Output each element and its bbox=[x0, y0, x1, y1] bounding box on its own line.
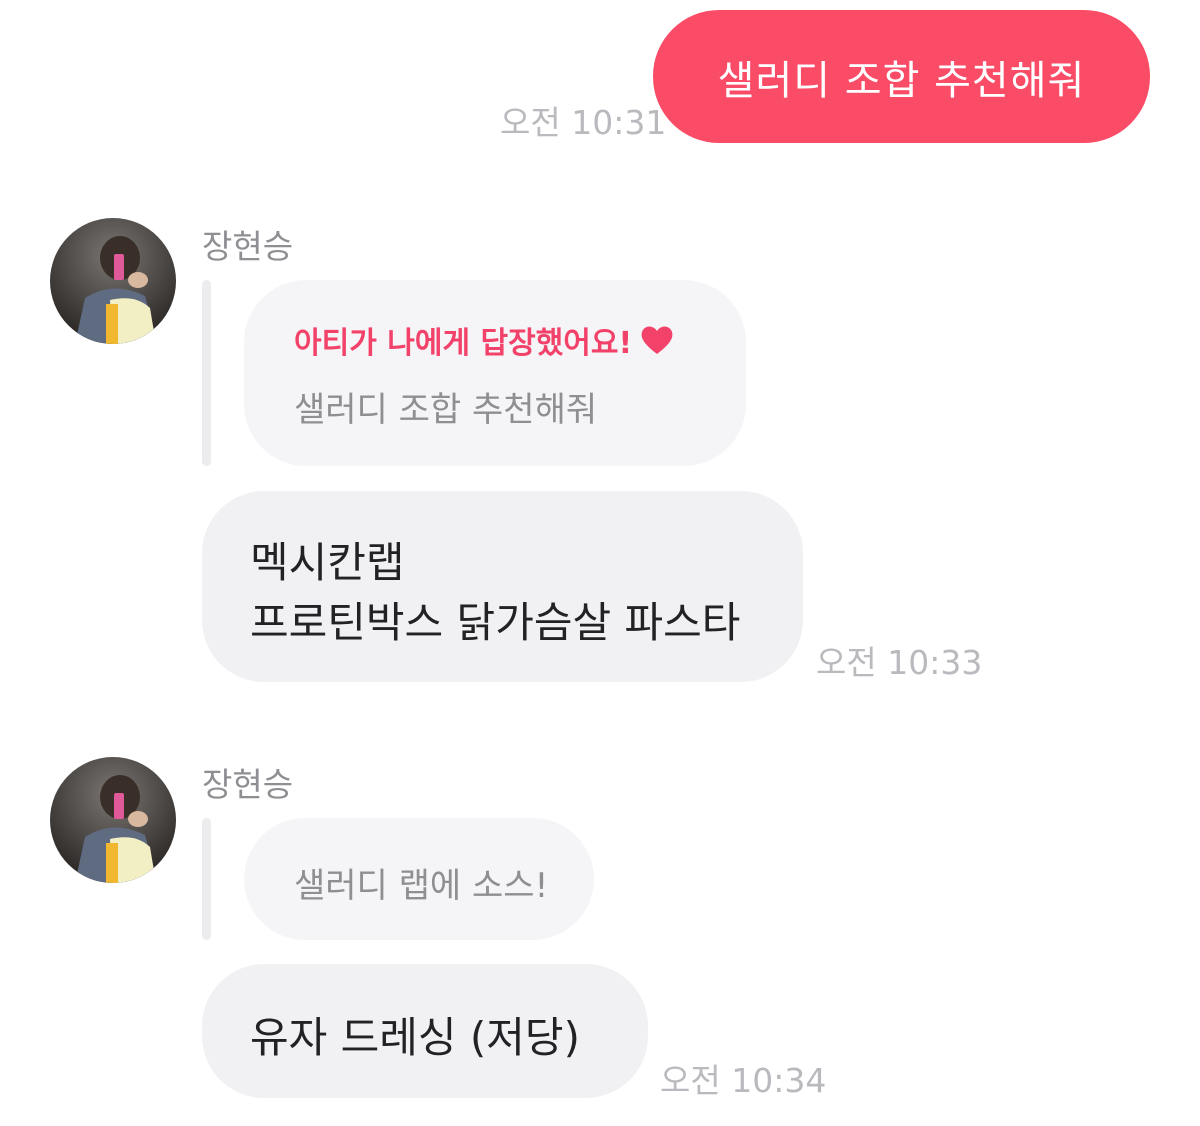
quoted-message-box[interactable]: 아티가 나에게 답장했어요! 샐러디 조합 추천해줘 bbox=[244, 280, 746, 466]
quoted-message-text: 샐러디 조합 추천해줘 bbox=[294, 390, 598, 430]
quoted-message-text: 샐러디 랩에 소스! bbox=[294, 866, 549, 906]
quoted-message-box[interactable]: 샐러디 랩에 소스! bbox=[244, 818, 594, 940]
message-line: 프로틴박스 닭가슴살 파스타 bbox=[250, 598, 741, 647]
reply-notice-label: 아티가 나에게 답장했어요! bbox=[294, 326, 633, 361]
message-timestamp: 오전 10:33 bbox=[816, 643, 983, 682]
sender-name: 장현승 bbox=[202, 227, 294, 266]
quote-bar bbox=[202, 818, 211, 940]
incoming-message-bubble[interactable]: 유자 드레싱 (저당) bbox=[202, 964, 648, 1098]
avatar[interactable] bbox=[50, 757, 176, 883]
incoming-message-bubble[interactable]: 멕시칸랩 프로틴박스 닭가슴살 파스타 bbox=[202, 491, 803, 682]
message-timestamp: 오전 10:31 bbox=[500, 103, 667, 142]
sender-name: 장현승 bbox=[202, 765, 294, 804]
message-line: 유자 드레싱 (저당) bbox=[250, 1013, 580, 1062]
heart-icon bbox=[640, 325, 674, 355]
quote-bar bbox=[202, 280, 211, 466]
outgoing-message-bubble[interactable]: 샐러디 조합 추천해줘 bbox=[653, 10, 1150, 143]
message-line: 멕시칸랩 bbox=[250, 538, 405, 587]
reply-notice: 아티가 나에게 답장했어요! bbox=[294, 318, 674, 362]
avatar[interactable] bbox=[50, 218, 176, 344]
message-timestamp: 오전 10:34 bbox=[660, 1061, 827, 1100]
outgoing-message-text: 샐러디 조합 추천해줘 bbox=[717, 57, 1086, 104]
